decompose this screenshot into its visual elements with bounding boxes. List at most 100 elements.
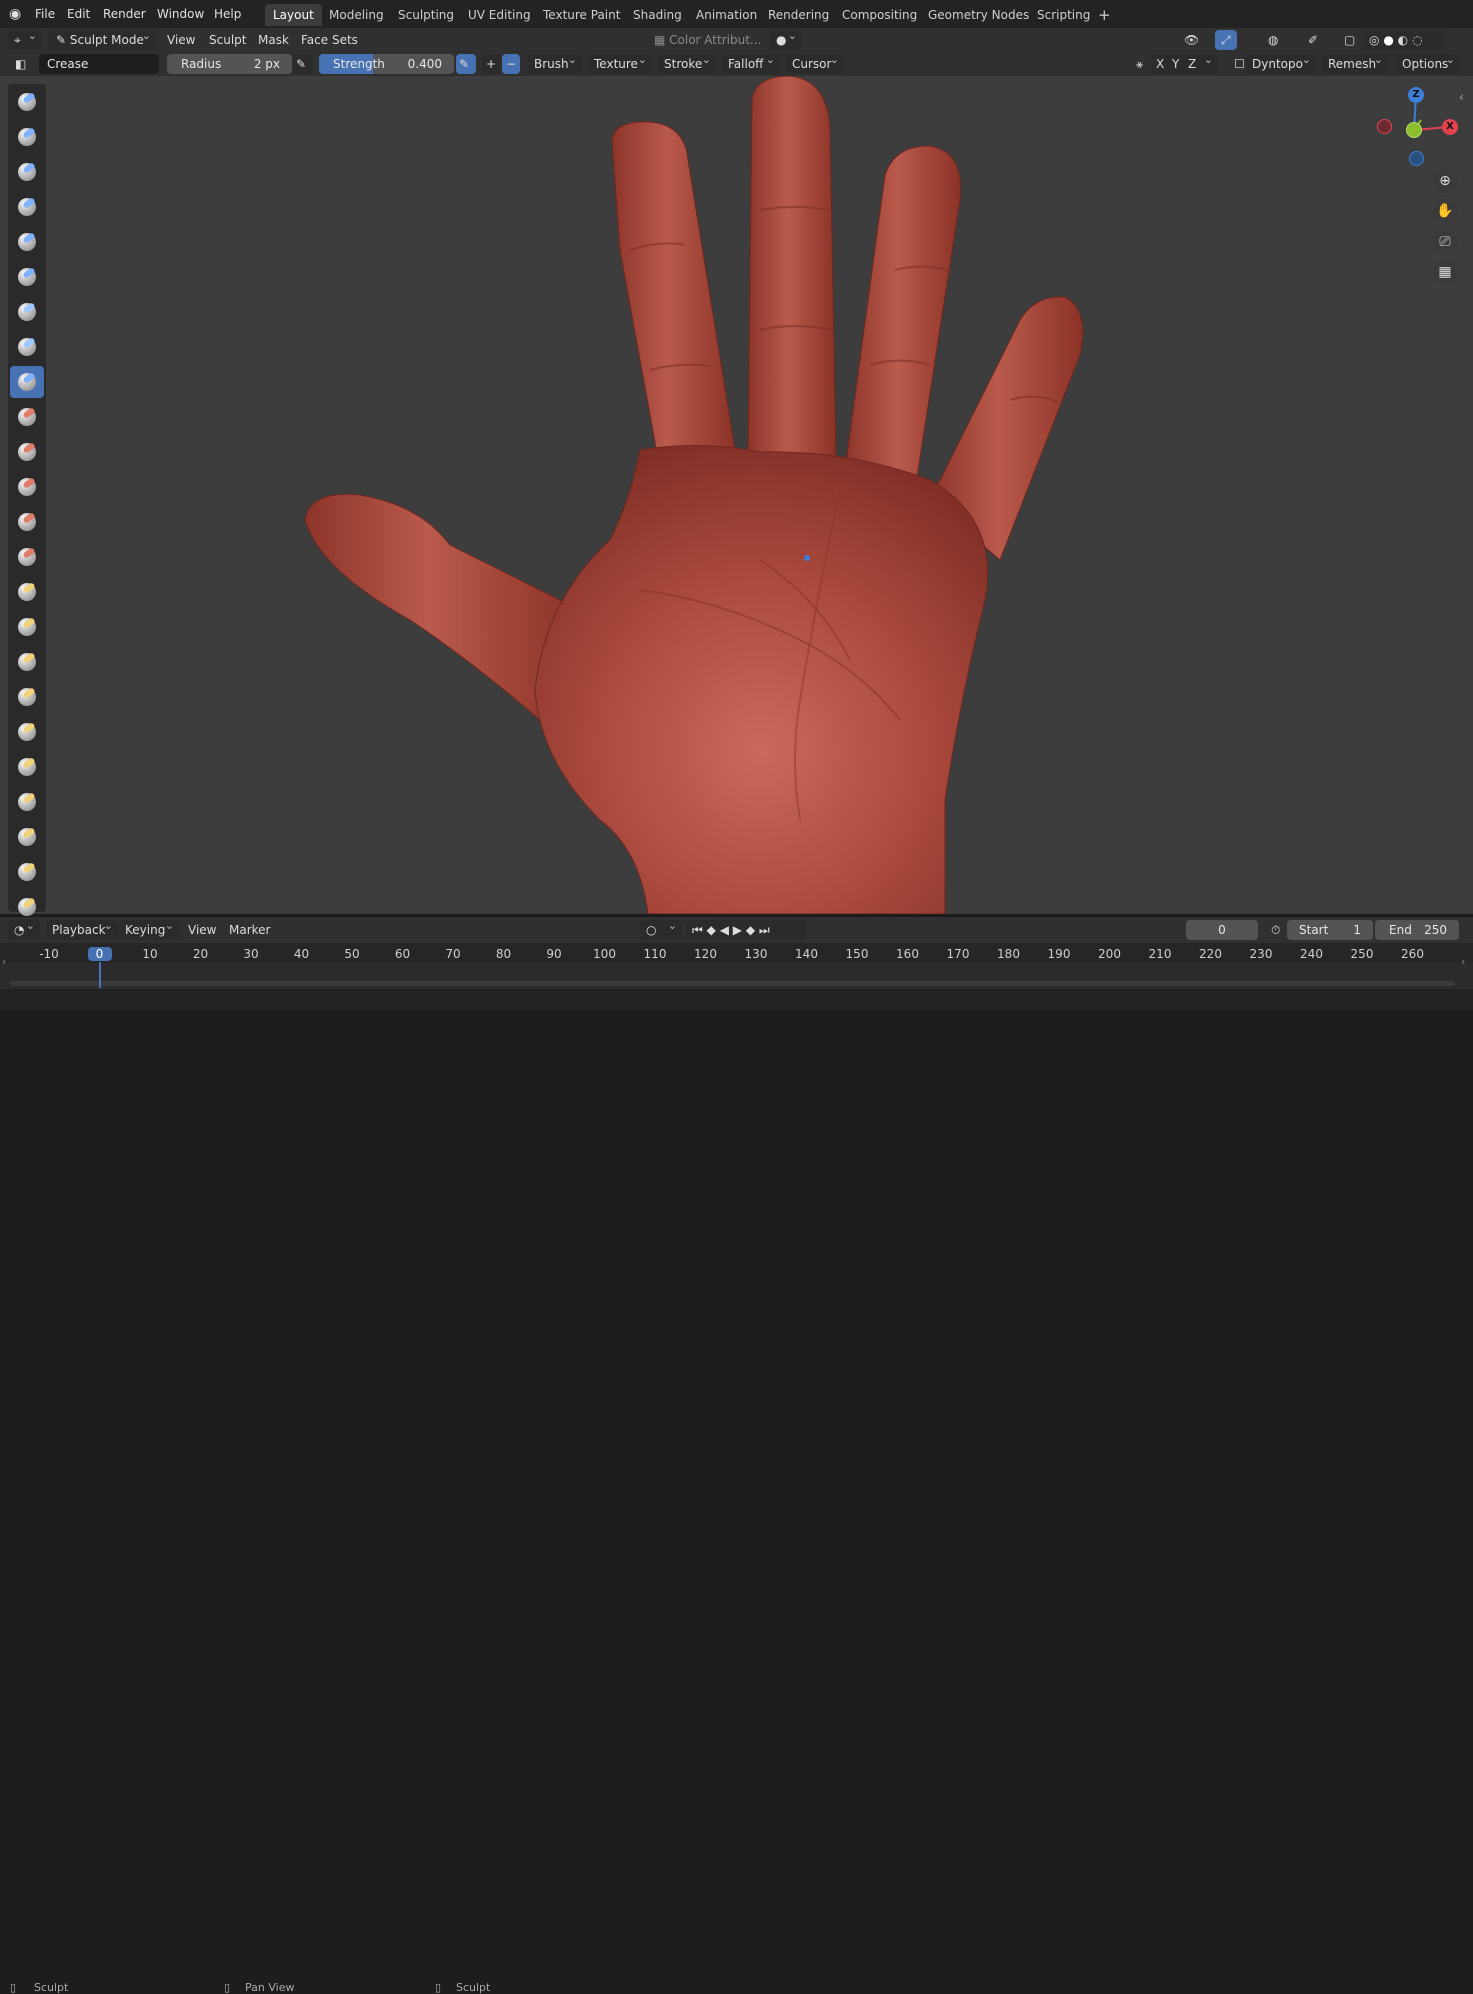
tool-pinch[interactable] [10, 576, 44, 608]
radius-field[interactable]: Radius 2 px [167, 54, 292, 74]
wireframe-shading-icon[interactable]: ◎ [1369, 33, 1379, 47]
editor-type-icon[interactable]: ⌖ [8, 26, 42, 50]
falloff-dropdown[interactable]: Falloff [722, 50, 780, 74]
tab-layout[interactable]: Layout [265, 4, 322, 26]
toggle-xray-icon[interactable]: ▢ [1338, 30, 1361, 50]
direction-subtract-icon[interactable]: − [502, 54, 520, 74]
3d-viewport[interactable] [0, 76, 1473, 914]
prev-keyframe-icon[interactable]: ◆ [707, 923, 716, 937]
solid-shading-icon[interactable]: ● [1383, 33, 1393, 47]
play-icon[interactable]: ▶ [733, 923, 742, 937]
timeline-collapse-left-icon[interactable]: › [2, 955, 6, 968]
timeline-scrollbar[interactable] [10, 981, 1455, 986]
color-attribute-dropdown[interactable]: ▦ Color Attribut... [648, 30, 767, 50]
tab-modeling[interactable]: Modeling [321, 4, 392, 26]
gizmo-neg-x[interactable] [1377, 119, 1392, 134]
pan-hand-icon[interactable]: ✋ [1433, 199, 1457, 223]
options-dropdown[interactable]: Options [1396, 50, 1460, 74]
tool-elastic-deform[interactable] [10, 646, 44, 678]
tool-multiplane-scrape[interactable] [10, 541, 44, 573]
start-frame-field[interactable]: Start 1 [1287, 920, 1373, 940]
cursor-dropdown[interactable]: Cursor [786, 50, 844, 74]
tool-draw-sharp[interactable] [10, 121, 44, 153]
jump-to-end-icon[interactable]: ⏭ [759, 923, 770, 937]
timeline-editor-type-icon[interactable]: ◔ [8, 916, 40, 940]
xray-icon[interactable]: ✐ [1302, 30, 1324, 50]
tab-uv-editing[interactable]: UV Editing [460, 4, 539, 26]
tab-scripting[interactable]: Scripting [1029, 4, 1098, 26]
mode-dropdown[interactable]: ✎ Sculpt Mode [48, 26, 156, 50]
gizmo-x-axis[interactable]: X [1442, 119, 1458, 135]
tool-clay[interactable] [10, 156, 44, 188]
keying-dropdown[interactable]: Keying [119, 916, 179, 940]
tool-clay-thumb[interactable] [10, 226, 44, 258]
texture-dropdown[interactable]: Texture [588, 50, 652, 74]
strength-slider[interactable]: Strength 0.400 [319, 54, 454, 74]
tool-draw[interactable] [10, 86, 44, 118]
timeline-marker-menu[interactable]: Marker [223, 920, 276, 940]
tool-flatten[interactable] [10, 436, 44, 468]
tool-pose[interactable] [10, 751, 44, 783]
rendered-shading-icon[interactable]: ◌ [1412, 33, 1422, 47]
tool-crease[interactable] [10, 366, 44, 398]
zoom-icon[interactable]: ⊕ [1433, 169, 1457, 193]
tab-shading[interactable]: Shading [625, 4, 690, 26]
tab-texture-paint[interactable]: Texture Paint [535, 4, 628, 26]
blender-logo-icon[interactable]: ◉ [9, 5, 21, 23]
symmetry-z[interactable]: Z [1184, 54, 1200, 74]
menu-mask[interactable]: Mask [252, 30, 295, 50]
perspective-grid-icon[interactable]: ▦ [1433, 260, 1457, 284]
play-reverse-icon[interactable]: ◀ [720, 923, 729, 937]
gizmo-z-axis[interactable]: Z [1408, 87, 1424, 103]
menu-render[interactable]: Render [103, 5, 146, 23]
end-frame-field[interactable]: End 250 [1375, 920, 1459, 940]
overlays-icon[interactable]: ◍ [1262, 30, 1284, 50]
menu-view[interactable]: View [161, 30, 201, 50]
brush-settings-icon[interactable]: ◧ [9, 54, 32, 74]
menu-sculpt[interactable]: Sculpt [203, 30, 252, 50]
gizmo-y-axis[interactable] [1406, 122, 1422, 138]
tool-nudge[interactable] [10, 786, 44, 818]
next-keyframe-icon[interactable]: ◆ [746, 923, 755, 937]
symmetry-options[interactable] [1200, 50, 1218, 74]
brush-name-field[interactable]: Crease [39, 54, 159, 74]
menu-window[interactable]: Window [157, 5, 204, 23]
visibility-icon[interactable]: 👁 [1178, 30, 1205, 50]
dyntopo-dropdown[interactable]: Dyntopo [1246, 50, 1316, 74]
add-workspace-icon[interactable]: + [1090, 4, 1119, 26]
tab-animation[interactable]: Animation [688, 4, 765, 26]
camera-view-icon[interactable]: ⎚ [1433, 230, 1457, 254]
tool-blob[interactable] [10, 331, 44, 363]
tab-rendering[interactable]: Rendering [760, 4, 837, 26]
tab-compositing[interactable]: Compositing [834, 4, 925, 26]
menu-file[interactable]: File [35, 5, 55, 23]
use-preview-range-icon[interactable]: ⏱ [1265, 920, 1286, 940]
menu-help[interactable]: Help [214, 5, 241, 23]
gizmo-toggle-icon[interactable]: ⤢ [1215, 30, 1237, 50]
current-frame-field[interactable]: 0 [1186, 920, 1258, 940]
symmetry-y[interactable]: Y [1168, 54, 1184, 74]
material-shading-icon[interactable]: ◐ [1398, 33, 1408, 47]
radius-pressure-icon[interactable]: ✎ [293, 54, 313, 74]
color-attribute-options[interactable]: ● [770, 26, 802, 50]
playhead-frame-label[interactable]: 0 [87, 947, 112, 961]
tab-sculpting[interactable]: Sculpting [390, 4, 462, 26]
tool-scrape[interactable] [10, 506, 44, 538]
tool-grab[interactable] [10, 611, 44, 643]
symmetry-icon[interactable]: ⚹ [1130, 54, 1149, 74]
strength-pressure-icon[interactable]: ✎ [456, 54, 476, 74]
shading-modes[interactable]: ◎ ● ◐ ◌ [1363, 30, 1443, 50]
timeline-view-menu[interactable]: View [182, 920, 222, 940]
remesh-dropdown[interactable]: Remesh [1322, 50, 1388, 74]
gizmo-neg-z[interactable] [1409, 151, 1424, 166]
tool-slide-relax[interactable] [10, 856, 44, 888]
auto-keying-icon[interactable]: ○ [640, 916, 682, 940]
navigation-gizmo[interactable]: Z X [1375, 86, 1465, 176]
tool-clay-strips[interactable] [10, 191, 44, 223]
tool-smooth[interactable] [10, 401, 44, 433]
tool-rotate[interactable] [10, 821, 44, 853]
playback-dropdown[interactable]: Playback [46, 916, 118, 940]
direction-add-icon[interactable]: + [482, 54, 500, 74]
jump-to-start-icon[interactable]: ⏮ [692, 923, 703, 937]
tool-inflate[interactable] [10, 296, 44, 328]
